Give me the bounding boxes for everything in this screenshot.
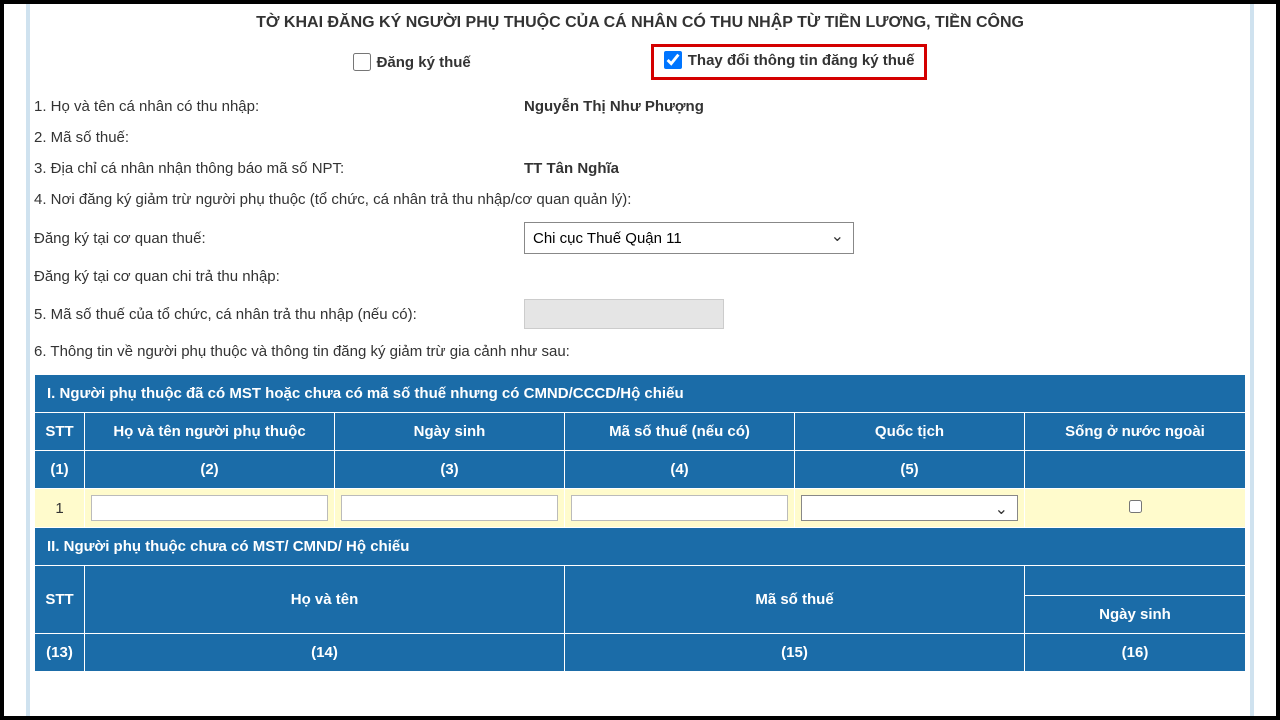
t1-col-taxcode: Mã số thuế (nếu có) — [565, 413, 795, 451]
t2-col-stt: STT — [35, 566, 85, 634]
field6-label: 6. Thông tin về người phụ thuộc và thông… — [34, 343, 570, 360]
t1-col-nationality: Quốc tịch — [795, 413, 1025, 451]
t1-col-dob: Ngày sinh — [335, 413, 565, 451]
tax-office-select-wrap — [524, 222, 854, 254]
field3-value: TT Tân Nghĩa — [524, 160, 619, 177]
t2-col-taxcode: Mã số thuế — [565, 566, 1025, 634]
reg-pay-label: Đăng ký tại cơ quan chi trả thu nhập: — [34, 268, 524, 285]
change-info-checkbox[interactable] — [664, 51, 682, 69]
row1-abroad-checkbox[interactable] — [1129, 500, 1142, 513]
t1-col-stt: STT — [35, 413, 85, 451]
t1-num6 — [1025, 451, 1246, 489]
field2-label: 2. Mã số thuế: — [34, 129, 524, 146]
checkbox-row: Đăng ký thuế Thay đổi thông tin đăng ký … — [34, 44, 1246, 80]
t2-col-blank — [1025, 566, 1246, 596]
dependents-table: I. Người phụ thuộc đã có MST hoặc chưa c… — [34, 374, 1246, 672]
org-tax-code-input — [524, 299, 724, 329]
register-tax-option[interactable]: Đăng ký thuế — [353, 44, 471, 80]
t1-num5: (5) — [795, 451, 1025, 489]
row1-name-input[interactable] — [91, 495, 328, 521]
change-info-label: Thay đổi thông tin đăng ký thuế — [688, 52, 915, 69]
t2-num3: (15) — [565, 634, 1025, 672]
left-border-stripe — [26, 4, 30, 716]
reg-tax-label: Đăng ký tại cơ quan thuế: — [34, 230, 524, 247]
t2-col-name: Họ và tên — [85, 566, 565, 634]
field1-label: 1. Họ và tên cá nhân có thu nhập: — [34, 98, 524, 115]
field3-label: 3. Địa chỉ cá nhân nhận thông báo mã số … — [34, 160, 524, 177]
field5-label: 5. Mã số thuế của tổ chức, cá nhân trả t… — [34, 306, 524, 323]
section2-header: II. Người phụ thuộc chưa có MST/ CMND/ H… — [35, 528, 1246, 566]
register-tax-checkbox[interactable] — [353, 53, 371, 71]
field1-value: Nguyễn Thị Như Phượng — [524, 98, 704, 115]
highlighted-option: Thay đổi thông tin đăng ký thuế — [651, 44, 928, 80]
t1-col-name: Họ và tên người phụ thuộc — [85, 413, 335, 451]
row1-dob-input[interactable] — [341, 495, 558, 521]
section1-header: I. Người phụ thuộc đã có MST hoặc chưa c… — [35, 375, 1246, 413]
tax-office-select[interactable] — [524, 222, 854, 254]
t2-col-dob: Ngày sinh — [1025, 596, 1246, 634]
field4-label: 4. Nơi đăng ký giảm trừ người phụ thuộc … — [34, 191, 631, 208]
t1-num3: (3) — [335, 451, 565, 489]
t1-num2: (2) — [85, 451, 335, 489]
change-info-option[interactable]: Thay đổi thông tin đăng ký thuế — [664, 51, 915, 69]
table-row: 1 — [35, 489, 1246, 528]
t2-num2: (14) — [85, 634, 565, 672]
t1-num4: (4) — [565, 451, 795, 489]
t2-num4: (16) — [1025, 634, 1246, 672]
t2-num1: (13) — [35, 634, 85, 672]
row1-nationality-select[interactable] — [801, 495, 1018, 521]
right-border-stripe — [1250, 4, 1254, 716]
register-tax-label: Đăng ký thuế — [377, 54, 471, 71]
t1-num1: (1) — [35, 451, 85, 489]
row1-stt: 1 — [35, 489, 85, 528]
t1-col-abroad: Sống ở nước ngoài — [1025, 413, 1246, 451]
form-title: TỜ KHAI ĐĂNG KÝ NGƯỜI PHỤ THUỘC CỦA CÁ N… — [34, 14, 1246, 32]
row1-taxcode-input[interactable] — [571, 495, 788, 521]
